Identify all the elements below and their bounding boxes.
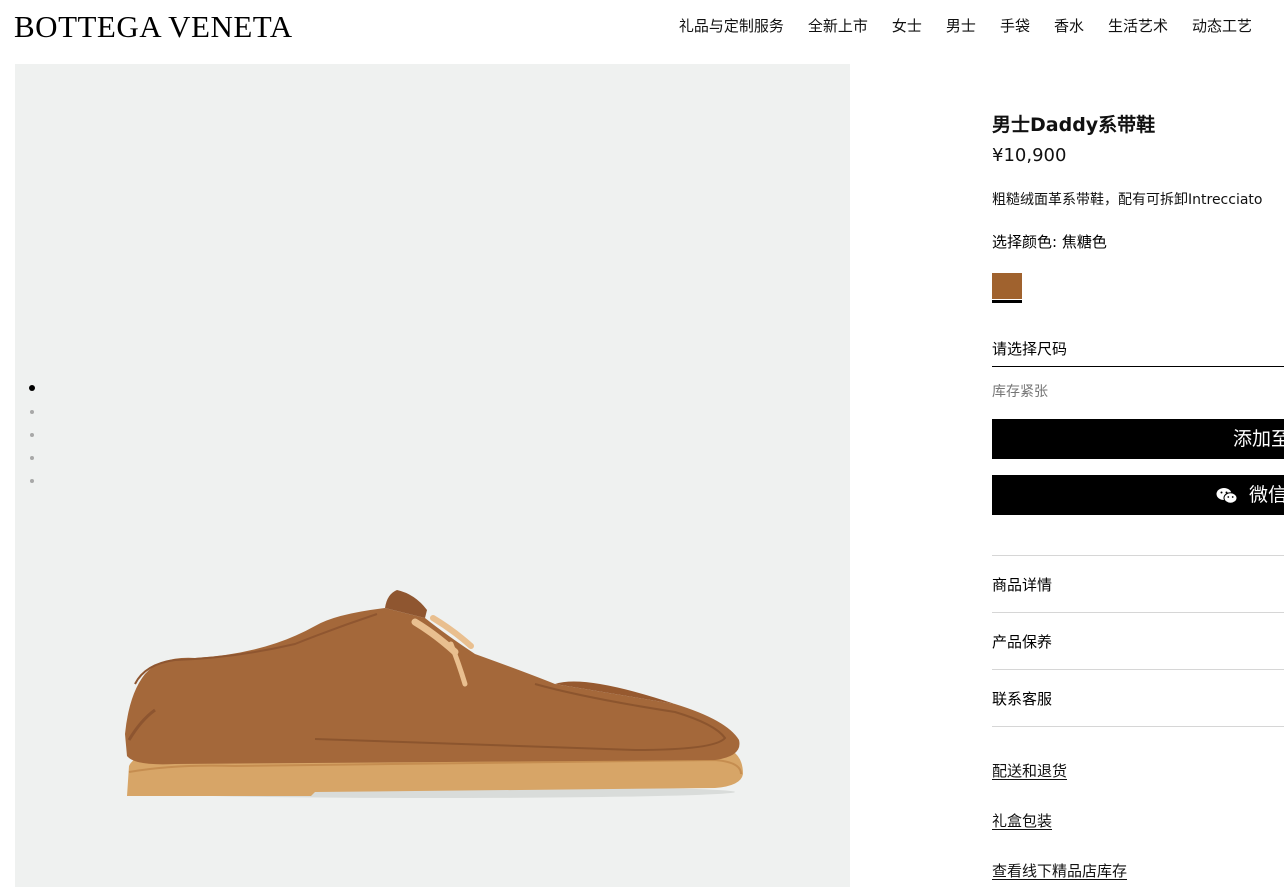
product-info-panel: 男士Daddy系带鞋 ¥10,900 粗糙绒面革系带鞋，配有可拆卸Intrecc… (992, 112, 1284, 887)
add-to-cart-label: 添加至 (1233, 428, 1284, 450)
stock-status: 库存紧张 (992, 384, 1048, 400)
gallery-dot[interactable] (30, 432, 34, 437)
brand-logo[interactable]: BOTTEGA VENETA (14, 10, 293, 44)
nav-item-new-arrivals[interactable]: 全新上市 (808, 16, 868, 36)
product-shoe-image (125, 590, 743, 798)
service-links: 配送和退货 礼盒包装 查看线下精品店库存 (992, 761, 1284, 881)
nav-item-women[interactable]: 女士 (892, 16, 922, 36)
product-image-gallery[interactable] (15, 64, 850, 887)
gallery-dot[interactable] (30, 478, 34, 483)
shipping-returns-link[interactable]: 配送和退货 (992, 761, 1284, 781)
main-nav: 礼品与定制服务 全新上市 女士 男士 手袋 香水 生活艺术 动态工艺 (679, 16, 1252, 36)
product-title: 男士Daddy系带鞋 (992, 114, 1156, 136)
color-swatch-caramel[interactable] (992, 273, 1022, 303)
size-selector[interactable]: 请选择尺码 (992, 339, 1284, 367)
add-to-cart-button[interactable]: 添加至 (992, 419, 1284, 459)
product-accordion: 商品详情 产品保养 联系客服 (992, 555, 1284, 727)
gift-packaging-link[interactable]: 礼盒包装 (992, 811, 1284, 831)
accordion-product-care[interactable]: 产品保养 (992, 613, 1284, 670)
color-selection-label: 选择颜色: 焦糖色 (992, 233, 1107, 251)
wechat-button-label: 微信 (1249, 484, 1284, 506)
nav-item-craft[interactable]: 动态工艺 (1192, 16, 1252, 36)
nav-item-living[interactable]: 生活艺术 (1108, 16, 1168, 36)
nav-item-bags[interactable]: 手袋 (1000, 16, 1030, 36)
accordion-customer-service[interactable]: 联系客服 (992, 670, 1284, 727)
wechat-button[interactable]: 微信 (992, 475, 1284, 515)
store-availability-link[interactable]: 查看线下精品店库存 (992, 861, 1284, 881)
gallery-dot[interactable] (30, 455, 34, 460)
wechat-icon (1216, 488, 1238, 504)
gallery-pagination (29, 376, 35, 492)
gallery-dot-active[interactable] (29, 385, 35, 391)
product-price: ¥10,900 (992, 145, 1067, 166)
nav-item-gifts[interactable]: 礼品与定制服务 (679, 16, 784, 36)
site-header: BOTTEGA VENETA 礼品与定制服务 全新上市 女士 男士 手袋 香水 … (0, 0, 1284, 56)
product-description: 粗糙绒面革系带鞋，配有可拆卸Intrecciato (992, 192, 1263, 208)
nav-item-fragrance[interactable]: 香水 (1054, 16, 1084, 36)
nav-item-men[interactable]: 男士 (946, 16, 976, 36)
gallery-dot[interactable] (30, 409, 34, 414)
accordion-product-details[interactable]: 商品详情 (992, 556, 1284, 613)
